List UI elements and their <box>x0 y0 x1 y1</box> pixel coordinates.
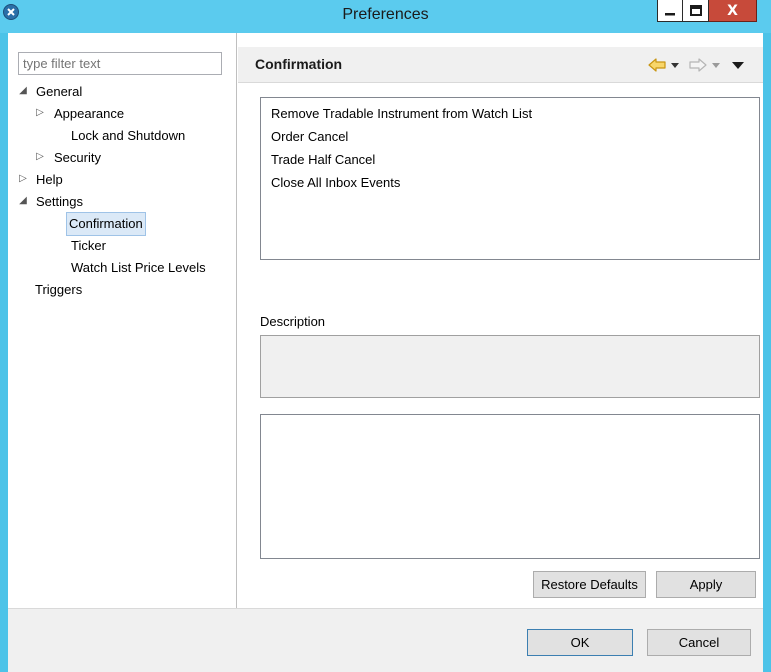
close-button[interactable]: X <box>709 0 757 22</box>
expanded-arrow-icon[interactable]: ◢ <box>18 80 28 102</box>
maximize-button[interactable] <box>683 0 709 22</box>
collapsed-arrow-icon[interactable]: ▷ <box>18 168 28 190</box>
chevron-down-icon <box>712 63 720 68</box>
tree-item-general[interactable]: ◢ General <box>18 80 218 102</box>
apply-button[interactable]: Apply <box>656 571 756 598</box>
tree-item-label: Ticker <box>71 238 106 253</box>
ok-button[interactable]: OK <box>527 629 633 656</box>
chevron-down-icon <box>671 63 679 68</box>
tree-item-label: Triggers <box>35 282 83 297</box>
forward-history-dropdown[interactable] <box>711 55 721 75</box>
minimize-button[interactable] <box>657 0 683 22</box>
tree-item-confirmation[interactable]: Confirmation <box>66 212 226 236</box>
list-item[interactable]: Order Cancel <box>261 125 759 148</box>
cancel-button[interactable]: Cancel <box>647 629 751 656</box>
tree-item-appearance[interactable]: ▷ Appearance <box>35 102 225 124</box>
tree-item-label: General <box>36 84 83 99</box>
close-icon: X <box>727 2 738 19</box>
tree-item-ticker[interactable]: Ticker <box>68 234 228 256</box>
view-menu-icon <box>732 62 744 69</box>
list-item[interactable]: Remove Tradable Instrument from Watch Li… <box>261 102 759 125</box>
title-bar[interactable]: Preferences X <box>0 0 771 33</box>
maximize-icon <box>689 4 702 16</box>
tree-item-label: Lock and Shutdown <box>71 128 186 143</box>
forward-button[interactable] <box>689 55 707 75</box>
preferences-window: Preferences X ◢ General ▷ Appearance <box>0 0 771 672</box>
tree-item-label: Help <box>36 172 63 187</box>
back-arrow-icon <box>648 58 666 72</box>
preference-page: Confirmation Remove Tradable Instrument … <box>238 33 763 608</box>
description-box <box>260 335 760 398</box>
restore-defaults-button[interactable]: Restore Defaults <box>533 571 646 598</box>
tree-item-watch-list-price-levels[interactable]: Watch List Price Levels <box>68 256 233 278</box>
tree-item-lock-and-shutdown[interactable]: Lock and Shutdown <box>68 124 233 146</box>
tree-item-settings[interactable]: ◢ Settings <box>18 190 218 212</box>
tree-item-label: Security <box>54 150 101 165</box>
forward-arrow-icon <box>689 58 707 72</box>
confirmation-list[interactable]: Remove Tradable Instrument from Watch Li… <box>260 97 760 260</box>
tree-item-label: Appearance <box>54 106 125 121</box>
page-header: Confirmation <box>238 47 763 83</box>
page-title: Confirmation <box>255 56 343 72</box>
tree-item-security[interactable]: ▷ Security <box>35 146 225 168</box>
tree-item-help[interactable]: ▷ Help <box>18 168 218 190</box>
collapsed-arrow-icon[interactable]: ▷ <box>35 102 45 124</box>
list-item[interactable]: Trade Half Cancel <box>261 148 759 171</box>
dialog-footer: OK Cancel <box>8 608 763 672</box>
expanded-arrow-icon[interactable]: ◢ <box>18 190 28 212</box>
window-title: Preferences <box>342 6 429 23</box>
list-item[interactable]: Close All Inbox Events <box>261 171 759 194</box>
detail-panel[interactable] <box>260 414 760 559</box>
dialog-client: ◢ General ▷ Appearance Lock and Shutdown… <box>8 33 763 672</box>
view-menu-button[interactable] <box>731 55 745 75</box>
filter-input[interactable] <box>18 52 222 75</box>
collapsed-arrow-icon[interactable]: ▷ <box>35 146 45 168</box>
tree-item-label: Watch List Price Levels <box>71 260 206 275</box>
tree-item-label: Confirmation <box>66 212 146 236</box>
back-button[interactable] <box>648 55 666 75</box>
description-label: Description <box>260 314 326 329</box>
preferences-sidebar: ◢ General ▷ Appearance Lock and Shutdown… <box>8 33 237 608</box>
tree-item-label: Settings <box>36 194 83 209</box>
back-history-dropdown[interactable] <box>670 55 680 75</box>
minimize-icon <box>665 12 675 15</box>
tree-item-triggers[interactable]: Triggers <box>32 278 222 300</box>
